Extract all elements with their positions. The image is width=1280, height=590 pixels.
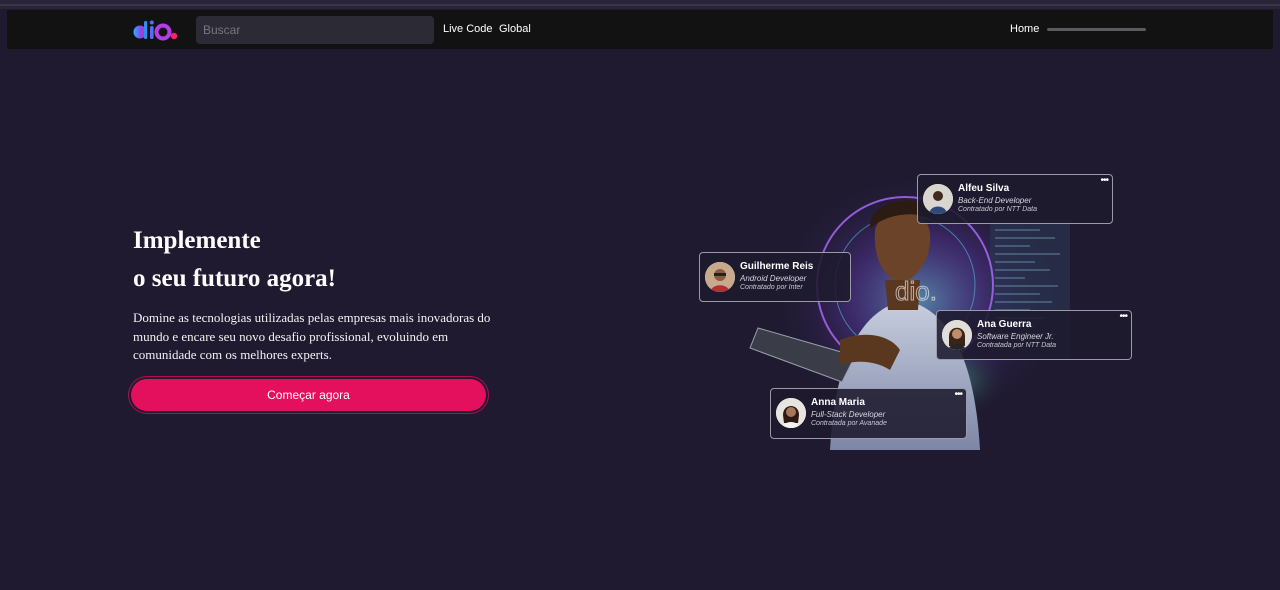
nav-link-live-code[interactable]: Live Code <box>443 23 493 35</box>
more-icon[interactable]: ••• <box>954 389 962 400</box>
card-name: Ana Guerra <box>977 319 1032 330</box>
more-icon[interactable]: ••• <box>1100 175 1108 186</box>
avatar <box>776 398 806 428</box>
testimonial-card-anna-maria[interactable]: Anna Maria Full-Stack Developer Contrata… <box>770 388 967 439</box>
card-hired-by: Contratada por Avanade <box>811 420 887 427</box>
avatar <box>942 320 972 350</box>
hero-title: Implemente o seu futuro agora! <box>133 222 336 298</box>
hero-description: Domine as tecnologias utilizadas pelas e… <box>133 310 491 362</box>
more-icon[interactable]: ••• <box>1119 311 1127 322</box>
search-input[interactable] <box>196 16 434 44</box>
browser-top-strip <box>0 0 1280 9</box>
card-hired-by: Contratado por Inter <box>740 284 803 291</box>
avatar-photo <box>942 320 972 350</box>
card-name: Guilherme Reis <box>740 261 814 272</box>
card-role: Back-End Developer <box>958 196 1032 205</box>
testimonial-card-alfeu-silva[interactable]: Alfeu Silva Back-End Developer Contratad… <box>917 174 1113 224</box>
card-role: Full-Stack Developer <box>811 410 886 419</box>
card-hired-by: Contratado por NTT Data <box>958 206 1037 213</box>
avatar <box>705 262 735 292</box>
testimonial-card-ana-guerra[interactable]: Ana Guerra Software Engineer Jr. Contrat… <box>936 310 1132 360</box>
avatar-photo <box>705 262 735 292</box>
card-hired-by: Contratada por NTT Data <box>977 342 1056 349</box>
hero-illustration: dio. Alfeu Silva Back-End Developer Cont… <box>690 160 1150 450</box>
navbar: Live Code Global Home <box>7 10 1273 49</box>
card-role: Software Engineer Jr. <box>977 332 1054 341</box>
card-name: Anna Maria <box>811 397 865 408</box>
svg-text:dio.: dio. <box>895 276 937 306</box>
dio-logo[interactable] <box>133 19 187 41</box>
nav-link-home[interactable]: Home <box>1010 23 1039 35</box>
hero-title-line-1: Implemente <box>133 227 261 254</box>
card-name: Alfeu Silva <box>958 183 1010 194</box>
nav-link-global[interactable]: Global <box>499 23 531 35</box>
avatar <box>923 184 953 214</box>
avatar-photo <box>776 398 806 428</box>
hero-title-line-2: o seu futuro agora! <box>133 265 337 292</box>
nav-user-placeholder-bar <box>1047 28 1146 31</box>
start-now-button[interactable]: Começar agora <box>131 379 486 411</box>
avatar-photo <box>923 184 953 214</box>
card-role: Android Developer <box>740 274 807 283</box>
testimonial-card-guilherme-reis[interactable]: Guilherme Reis Android Developer Contrat… <box>699 252 851 302</box>
